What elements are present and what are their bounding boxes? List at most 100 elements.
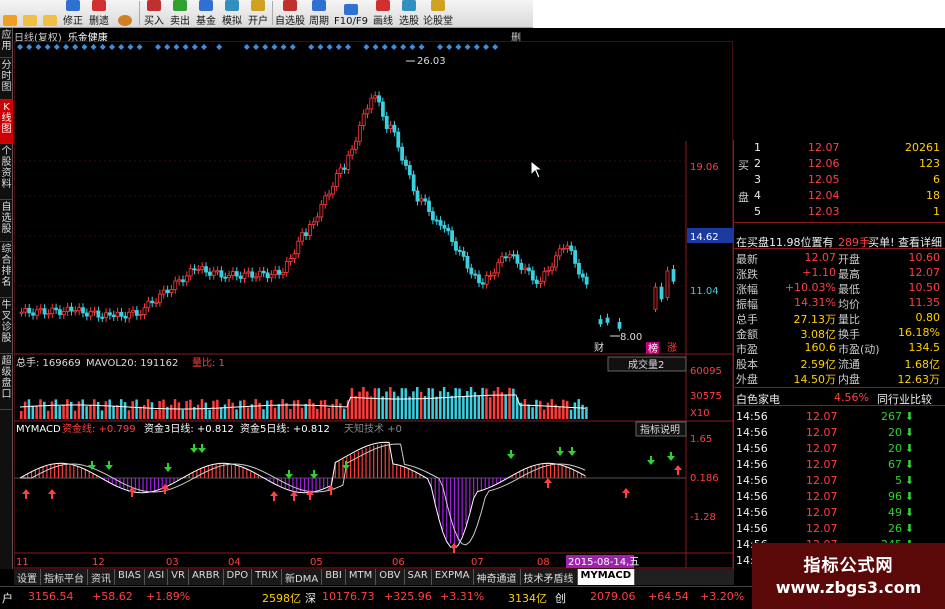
event-marker[interactable]	[90, 44, 97, 50]
order-book-row[interactable]: 3 12.05 6	[734, 172, 945, 187]
macd-line1: 资金线: +0.799	[62, 422, 136, 435]
order-book-row[interactable]: 5 12.03 1	[734, 204, 945, 219]
event-marker[interactable]	[409, 44, 416, 50]
event-marker[interactable]	[326, 44, 333, 50]
event-marker[interactable]	[118, 44, 125, 50]
indicator-tab[interactable]: OBV	[376, 569, 405, 585]
indicator-tab[interactable]: 技术矛盾线	[520, 569, 578, 585]
toolbar-button-account[interactable]: 开户	[245, 0, 271, 27]
event-marker[interactable]	[455, 44, 462, 50]
left-tab-2[interactable]: K线图	[0, 100, 13, 144]
indicator-tab[interactable]: BIAS	[115, 569, 145, 585]
event-marker[interactable]	[201, 44, 207, 50]
indicator-tab[interactable]: ASI	[145, 569, 169, 585]
quote-value: 14.50万	[793, 373, 837, 386]
event-marker[interactable]	[308, 44, 315, 50]
left-tab-5[interactable]: 综合排名	[0, 242, 13, 298]
indicator-tab[interactable]: ARBR	[188, 569, 224, 585]
toolbar-button-buy[interactable]: 买入	[141, 0, 167, 27]
event-marker[interactable]	[99, 44, 106, 50]
event-marker[interactable]	[136, 44, 143, 50]
indicator-tab[interactable]: MTM	[345, 569, 377, 585]
event-marker[interactable]	[191, 44, 198, 50]
event-marker[interactable]	[155, 44, 161, 50]
indicator-tab[interactable]: DPO	[223, 569, 253, 585]
left-tab-3[interactable]: 个股资料	[0, 144, 13, 200]
indicator-tab[interactable]: EXPMA	[431, 569, 474, 585]
indicator-tab[interactable]: 新DMA	[282, 569, 323, 585]
event-marker[interactable]	[44, 44, 51, 50]
event-marker[interactable]	[271, 44, 278, 50]
event-marker[interactable]	[372, 44, 379, 50]
toolbar-button-clock[interactable]	[112, 0, 138, 27]
order-book-row[interactable]: 盘 4 12.04 18	[734, 188, 945, 204]
event-marker[interactable]	[418, 44, 425, 50]
toolbar-button-f10[interactable]: F10/F9	[332, 0, 370, 27]
event-marker[interactable]	[72, 44, 79, 50]
left-tab-1[interactable]: 分时图	[0, 58, 13, 100]
toolbar-button-pick[interactable]: 选股	[396, 0, 422, 27]
event-marker[interactable]	[35, 44, 42, 50]
left-tab-6[interactable]: 牛叉诊股	[0, 298, 13, 354]
event-marker[interactable]	[381, 44, 388, 50]
event-marker[interactable]	[464, 44, 471, 50]
left-tab-4[interactable]: 自选股	[0, 200, 13, 242]
event-marker[interactable]	[289, 44, 296, 50]
event-marker[interactable]	[280, 44, 287, 50]
event-marker[interactable]	[127, 44, 134, 50]
event-marker[interactable]	[81, 44, 88, 50]
indicator-tab[interactable]: VR	[168, 569, 189, 585]
indicator-tab[interactable]: BBI	[322, 569, 346, 585]
order-book-row[interactable]: 买 2 12.06 123	[734, 156, 945, 172]
event-marker[interactable]	[483, 44, 489, 50]
toolbar-button-watchlist[interactable]: 自选股	[274, 0, 306, 27]
indicator-tab[interactable]: MYMACD	[577, 569, 636, 585]
indicator-tab[interactable]: 设置	[14, 569, 41, 585]
left-tab-7[interactable]: 超级盘口	[0, 354, 13, 410]
event-marker[interactable]	[243, 44, 250, 50]
toolbar-button-delete[interactable]: 删遗	[86, 0, 112, 27]
chart-area[interactable]: 26.03 8.00 19.06 14.62 11.04 财 榜涨总手: 169669 MAV…	[14, 41, 733, 569]
toolbar-button-fund[interactable]: 基金	[193, 0, 219, 27]
event-marker[interactable]	[391, 44, 397, 50]
order-queue-row[interactable]: 在买盘11.98位置有 289手 买单! 查看详细	[734, 233, 945, 249]
toolbar-button-forum[interactable]: 论股堂	[422, 0, 454, 27]
indicator-tab[interactable]: 指标平台	[41, 569, 88, 585]
order-book-row[interactable]: 1 12.07 20261	[734, 140, 945, 155]
event-marker[interactable]	[400, 44, 407, 50]
toolbar-button-edit[interactable]: 修正	[60, 0, 86, 27]
event-marker[interactable]	[17, 44, 23, 50]
event-marker[interactable]	[492, 44, 499, 50]
event-marker[interactable]	[63, 44, 69, 50]
toolbar-button-up[interactable]	[20, 0, 40, 27]
event-marker[interactable]	[335, 44, 342, 50]
toolbar-button-sell[interactable]: 卖出	[167, 0, 193, 27]
left-tab-0[interactable]: 应用	[0, 28, 13, 58]
event-marker[interactable]	[253, 44, 259, 50]
event-marker[interactable]	[216, 44, 223, 50]
event-marker[interactable]	[363, 44, 370, 50]
sell-arrow-icon	[647, 460, 655, 465]
toolbar-button-back[interactable]	[0, 0, 20, 27]
event-marker[interactable]	[182, 44, 189, 50]
event-marker[interactable]	[26, 44, 33, 50]
event-marker[interactable]	[345, 44, 351, 50]
indicator-tab[interactable]: 神奇通道	[473, 569, 521, 585]
toolbar-button-down[interactable]	[40, 0, 60, 27]
event-marker[interactable]	[473, 44, 480, 50]
event-marker[interactable]	[437, 44, 443, 50]
event-marker[interactable]	[262, 44, 269, 50]
toolbar-button-simulate[interactable]: 模拟	[219, 0, 245, 27]
event-marker[interactable]	[164, 44, 171, 50]
event-marker[interactable]	[53, 44, 60, 50]
toolbar-button-period[interactable]: 周期	[306, 0, 332, 27]
indicator-tab[interactable]: SAR	[404, 569, 432, 585]
toolbar-button-draw[interactable]: 画线	[370, 0, 396, 27]
sector-row[interactable]: 白色家电 4.56% 同行业比较	[734, 390, 945, 406]
event-marker[interactable]	[173, 44, 180, 50]
event-marker[interactable]	[446, 44, 453, 50]
event-marker[interactable]	[317, 44, 324, 50]
indicator-tab[interactable]: 资讯	[88, 569, 115, 585]
indicator-tab[interactable]: TRIX	[252, 569, 283, 585]
event-marker[interactable]	[109, 44, 115, 50]
